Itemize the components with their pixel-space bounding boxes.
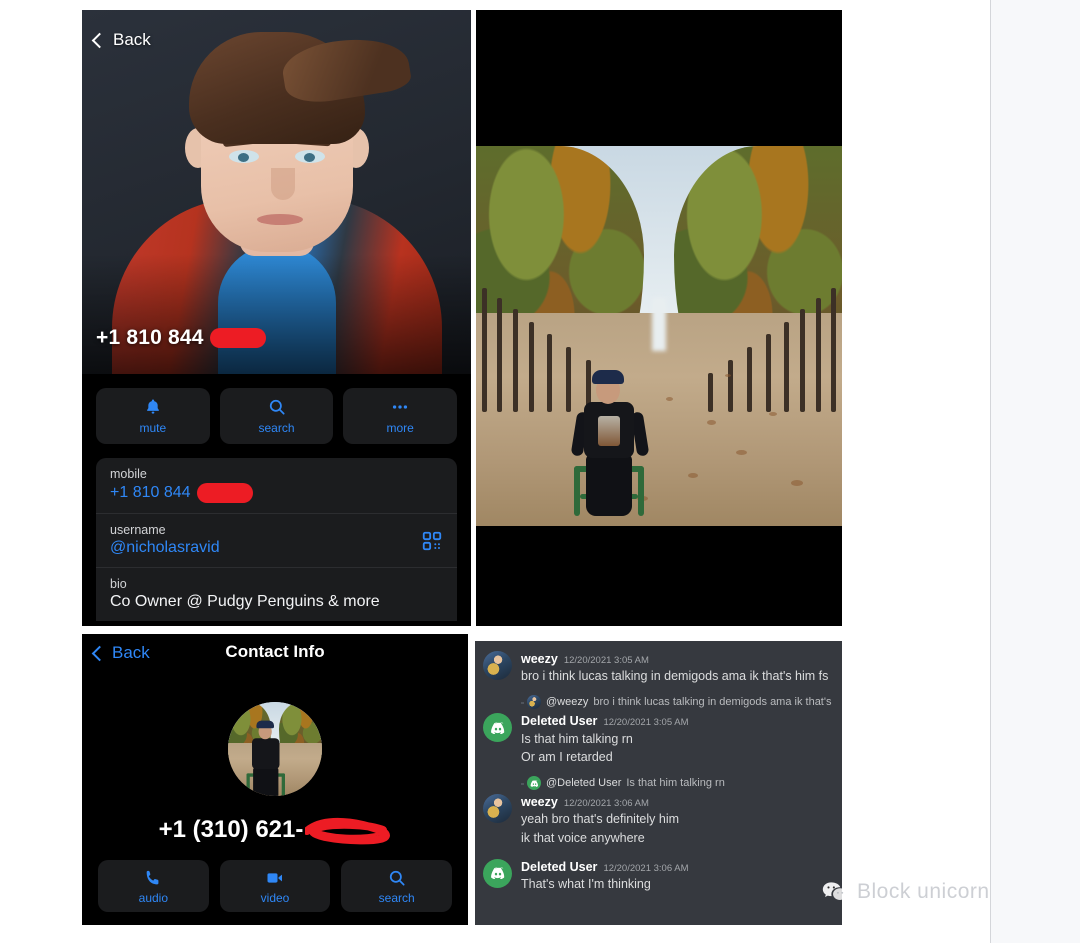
wechat-icon xyxy=(822,882,848,901)
info-key: mobile xyxy=(110,467,147,481)
message-text: yeah bro that's definitely him xyxy=(521,812,680,827)
info-value: +1 810 844 xyxy=(110,483,443,503)
mobile-number-text: +1 810 844 xyxy=(110,484,191,501)
avatar[interactable] xyxy=(483,794,512,824)
reply-text: Is that him talking rn xyxy=(626,777,725,790)
chat-message: weezy 12/20/2021 3:05 AM bro i think luc… xyxy=(475,648,842,687)
reply-author: @Deleted User xyxy=(546,777,622,790)
screenshot-canvas: Back +1 810 844 mute search more mobile … xyxy=(0,0,1080,943)
contact-action-row: audio video search xyxy=(82,844,468,912)
qr-code-icon[interactable] xyxy=(421,530,443,552)
avatar xyxy=(527,776,541,791)
avatar[interactable] xyxy=(483,713,512,743)
info-value: Co Owner @ Pudgy Penguins & more xyxy=(110,593,443,611)
discord-logo-icon xyxy=(530,779,538,787)
profile-action-row: mute search more xyxy=(82,374,471,454)
search-icon xyxy=(269,399,285,415)
redaction-block xyxy=(209,328,266,348)
profile-hero: Back +1 810 844 xyxy=(82,10,471,374)
discord-logo-icon xyxy=(490,722,504,734)
phone-icon xyxy=(146,870,159,884)
reply-reference[interactable]: @Deleted User Is that him talking rn xyxy=(521,776,834,791)
redaction-scribble xyxy=(305,817,391,845)
search-label: search xyxy=(378,890,415,905)
photo-viewer-panel[interactable] xyxy=(476,10,842,626)
profile-back-button[interactable]: Back xyxy=(91,30,151,50)
info-row-bio[interactable]: bio Co Owner @ Pudgy Penguins & more xyxy=(96,567,457,621)
page-title: Contact Info xyxy=(225,642,325,661)
redaction-block xyxy=(196,483,253,503)
search-icon xyxy=(389,870,405,886)
contact-avatar[interactable] xyxy=(228,702,322,796)
search-button[interactable]: search xyxy=(219,388,334,444)
profile-info-card: mobile +1 810 844 username @nicholasravi… xyxy=(96,458,457,621)
mute-button[interactable]: mute xyxy=(96,388,210,444)
info-row-mobile[interactable]: mobile +1 810 844 xyxy=(96,458,457,513)
video-label: video xyxy=(260,890,290,905)
message-timestamp: 12/20/2021 3:06 AM xyxy=(563,798,649,810)
video-camera-icon xyxy=(267,872,282,883)
profile-display-name: +1 810 844 xyxy=(96,326,266,350)
telegram-profile-panel: Back +1 810 844 mute search more mobile … xyxy=(82,10,471,626)
contact-phone-number: +1 (310) 621- xyxy=(82,816,468,845)
reply-reference[interactable]: @weezy bro i think lucas talking in demi… xyxy=(521,695,834,710)
contact-info-panel: Back Contact Info +1 (310) 621- audio vi… xyxy=(82,634,468,925)
back-label: Back xyxy=(113,30,151,49)
search-button[interactable]: search xyxy=(341,860,453,912)
info-key: bio xyxy=(110,577,127,591)
message-timestamp: 12/20/2021 3:06 AM xyxy=(603,862,689,874)
contact-info-navbar: Back Contact Info xyxy=(82,634,468,674)
info-row-username[interactable]: username @nicholasravid xyxy=(96,513,457,567)
mute-label: mute xyxy=(139,421,167,435)
message-author: Deleted User xyxy=(521,714,598,729)
message-author: weezy xyxy=(521,652,558,666)
message-text: ik that voice anywhere xyxy=(521,830,645,845)
park-photo xyxy=(476,146,842,526)
discord-logo-icon xyxy=(490,867,504,880)
message-author: Deleted User xyxy=(521,859,598,874)
bell-icon xyxy=(146,399,159,414)
info-value: @nicholasravid xyxy=(110,539,443,557)
search-label: search xyxy=(258,421,295,435)
reply-spine xyxy=(521,702,524,709)
video-call-button[interactable]: video xyxy=(219,860,331,912)
message-timestamp: 12/20/2021 3:05 AM xyxy=(603,717,689,729)
profile-phone-text: +1 810 844 xyxy=(96,326,204,349)
message-author: weezy xyxy=(521,795,558,810)
watermark: Block unicorn xyxy=(822,880,990,904)
discord-chat-panel: weezy 12/20/2021 3:05 AM bro i think luc… xyxy=(475,641,842,925)
reply-author: @weezy xyxy=(546,696,589,709)
username-text: @nicholasravid xyxy=(110,539,220,556)
chat-message: Deleted User 12/20/2021 3:05 AM Is that … xyxy=(475,710,842,768)
message-text: That's what I'm thinking xyxy=(521,877,651,891)
message-text: Is that him talking rn xyxy=(521,731,633,746)
message-timestamp: 12/20/2021 3:05 AM xyxy=(563,655,649,666)
chevron-left-icon xyxy=(91,32,108,48)
avatar[interactable] xyxy=(483,858,512,888)
avatar xyxy=(527,695,541,710)
more-label: more xyxy=(386,421,414,435)
contact-phone-text: +1 (310) 621- xyxy=(158,816,304,843)
reply-text: bro i think lucas talking in demigods am… xyxy=(593,696,834,709)
info-key: username xyxy=(110,523,166,537)
watermark-text: Block unicorn xyxy=(857,880,990,903)
avatar[interactable] xyxy=(483,651,512,680)
bio-text: Co Owner @ Pudgy Penguins & more xyxy=(110,593,380,610)
more-dots-icon xyxy=(393,405,408,409)
chat-message: Deleted User 12/20/2021 3:06 AM That's w… xyxy=(475,856,842,895)
message-text: bro i think lucas talking in demigods am… xyxy=(521,669,829,684)
more-button[interactable]: more xyxy=(343,388,458,444)
reply-spine xyxy=(521,783,524,790)
right-gutter xyxy=(990,0,1080,943)
chat-message: weezy 12/20/2021 3:06 AM yeah bro that's… xyxy=(475,791,842,849)
message-text: Or am I retarded xyxy=(521,749,613,764)
audio-label: audio xyxy=(138,890,169,905)
audio-call-button[interactable]: audio xyxy=(98,860,209,912)
